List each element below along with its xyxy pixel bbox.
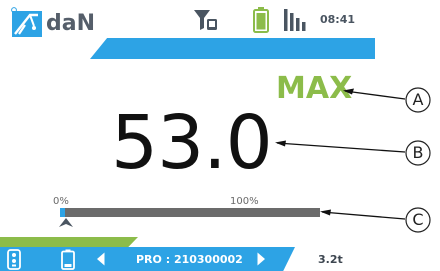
chevron-left-icon[interactable] — [96, 252, 106, 266]
capacity-label: 3.2t — [318, 253, 343, 266]
clock-time: 08:41 — [320, 13, 356, 26]
callout-a-letter: A — [412, 90, 424, 109]
device-battery-icon[interactable] — [61, 249, 75, 270]
load-progress-bar — [60, 208, 320, 217]
progress-max-label: 100% — [230, 196, 259, 207]
mode-label-max: MAX — [276, 71, 353, 106]
header-accent-bar — [90, 38, 375, 59]
unit-label: daN — [46, 11, 96, 36]
callout-b-letter: B — [412, 143, 424, 162]
callout-c-letter: C — [412, 210, 424, 229]
progress-marker-icon — [59, 218, 73, 227]
load-value-display: 53.0 — [111, 100, 273, 186]
sensor-remote-icon[interactable] — [7, 249, 21, 270]
footer-green-accent — [0, 237, 138, 247]
progress-min-label: 0% — [53, 196, 69, 207]
chevron-right-icon[interactable] — [256, 252, 266, 266]
load-progress-fill — [60, 208, 65, 217]
device-id-label: PRO : 210300002 — [136, 253, 243, 266]
signal-bars-icon — [284, 9, 306, 31]
crane-weighing-logo-icon — [11, 7, 42, 37]
filter-device-icon — [194, 10, 217, 30]
battery-icon — [253, 7, 269, 33]
dynamometer-screen: daN 08:41 MAX 53.0 0% 100% A B C PRO: 2… — [0, 0, 440, 271]
